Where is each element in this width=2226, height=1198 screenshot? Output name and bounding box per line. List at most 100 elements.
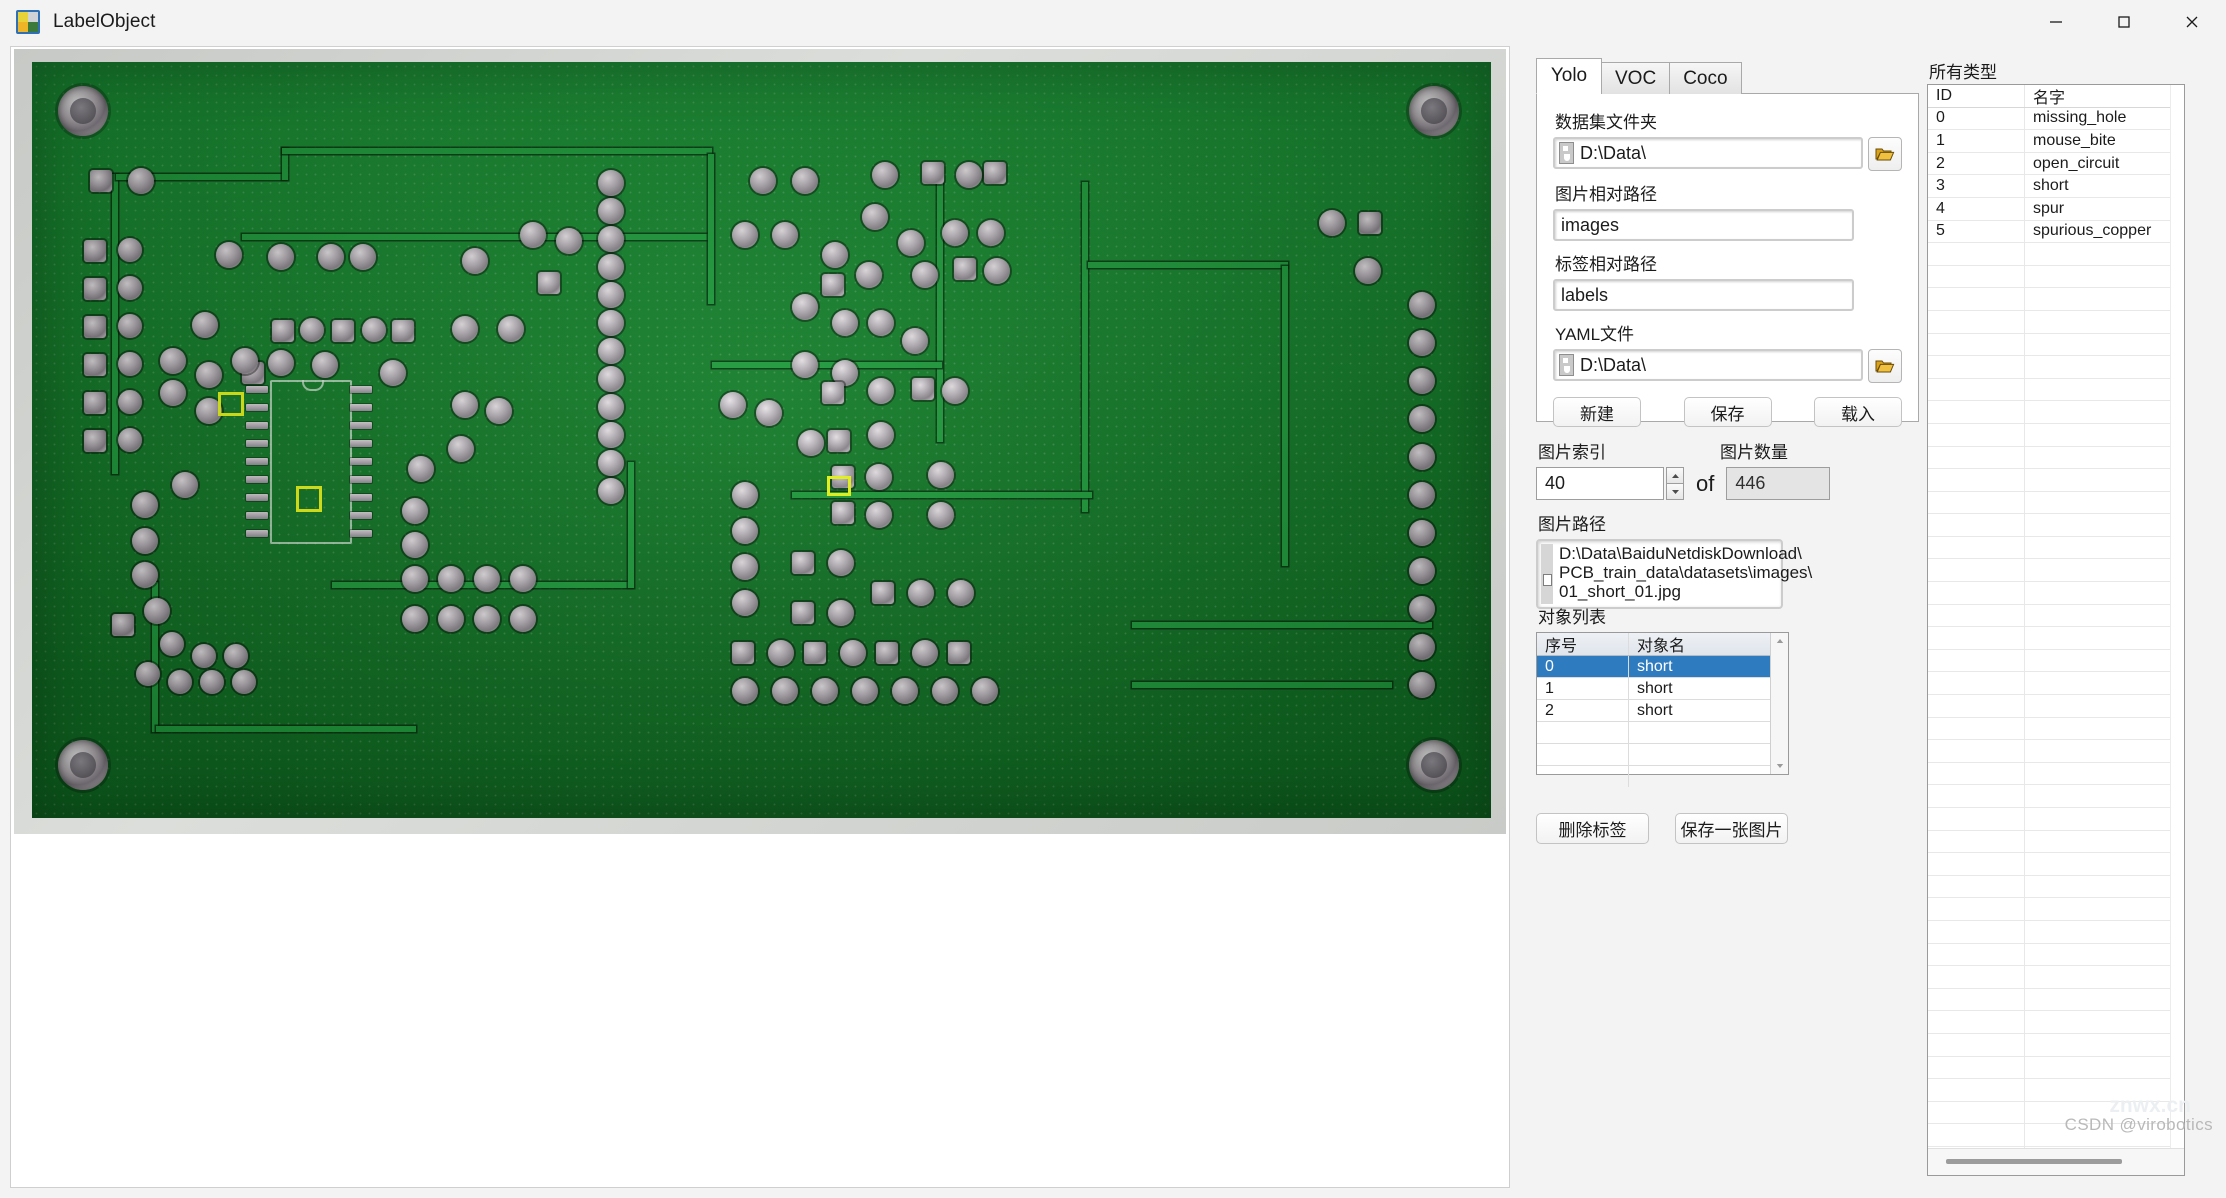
close-button[interactable]: [2158, 0, 2226, 43]
tab-voc[interactable]: VOC: [1601, 62, 1671, 94]
class-table-row[interactable]: [1928, 559, 2170, 583]
class-list-table[interactable]: ID 名字 0 missing_hole 1 mouse_bite 2 open_circ…: [1927, 84, 2185, 1176]
tab-coco[interactable]: Coco: [1669, 62, 1742, 94]
cell-id: [1928, 1079, 2025, 1101]
class-table-row[interactable]: [1928, 966, 2170, 989]
yaml-file-browse-button[interactable]: [1868, 349, 1902, 383]
cell-id: [1928, 310, 2025, 333]
delete-label-button[interactable]: 删除标签: [1536, 813, 1649, 844]
class-table-row[interactable]: [1928, 672, 2170, 696]
class-table-row[interactable]: 1 mouse_bite: [1928, 130, 2170, 153]
class-table-row[interactable]: [1928, 943, 2170, 967]
class-table-row[interactable]: 3 short: [1928, 175, 2170, 198]
cell-name: missing_hole: [2033, 109, 2127, 127]
path-scroll-indicator[interactable]: [1541, 544, 1553, 604]
class-table-row[interactable]: [1928, 536, 2170, 560]
save-one-image-button[interactable]: 保存一张图片: [1675, 813, 1788, 844]
class-table-row[interactable]: [1928, 469, 2170, 492]
class-table-row[interactable]: [1928, 604, 2170, 628]
class-table-row[interactable]: [1928, 378, 2170, 402]
object-list-scrollbar[interactable]: [1770, 633, 1788, 774]
table-row[interactable]: 0 short: [1537, 656, 1770, 678]
class-table-row[interactable]: [1928, 265, 2170, 289]
class-table-row[interactable]: [1928, 1056, 2170, 1080]
dataset-folder-input[interactable]: D:\Data\: [1553, 137, 1863, 169]
class-table-row[interactable]: [1928, 920, 2170, 944]
dataset-folder-browse-button[interactable]: [1868, 137, 1902, 171]
cell-name: [2025, 1057, 2170, 1079]
class-table-row[interactable]: [1928, 333, 2170, 357]
annotation-box-1[interactable]: [296, 486, 322, 512]
yaml-file-input[interactable]: D:\Data\: [1553, 349, 1863, 381]
class-table-row[interactable]: 2 open_circuit: [1928, 152, 2170, 176]
class-list-vertical-scrollbar[interactable]: [2170, 85, 2184, 1148]
class-table-row[interactable]: [1928, 1033, 2170, 1057]
class-table-row[interactable]: [1928, 695, 2170, 718]
cell-id: [1928, 920, 2025, 943]
class-table-row[interactable]: [1928, 356, 2170, 379]
class-table-row[interactable]: [1928, 288, 2170, 311]
image-path-display[interactable]: D:\Data\BaiduNetdiskDownload\ PCB_train_…: [1536, 539, 1812, 609]
class-table-row[interactable]: [1928, 740, 2170, 763]
load-button[interactable]: 载入: [1814, 397, 1902, 427]
class-table-row[interactable]: [1928, 853, 2170, 876]
table-row[interactable]: [1537, 722, 1770, 744]
pcb-image-viewport[interactable]: [14, 49, 1506, 834]
annotation-box-0[interactable]: [218, 392, 244, 416]
class-table-row[interactable]: [1928, 401, 2170, 424]
class-table-row[interactable]: [1928, 446, 2170, 470]
table-row[interactable]: [1537, 744, 1770, 766]
table-row[interactable]: [1537, 766, 1770, 787]
class-table-row[interactable]: [1928, 988, 2170, 1012]
class-table-row[interactable]: [1928, 514, 2170, 537]
stepper-up-icon[interactable]: [1666, 467, 1684, 483]
cell-name: [2025, 921, 2170, 943]
class-table-row[interactable]: [1928, 491, 2170, 515]
class-table-row[interactable]: [1928, 310, 2170, 334]
class-table-row[interactable]: 0 missing_hole: [1928, 107, 2170, 131]
annotation-box-2[interactable]: [827, 476, 851, 496]
cell-name: [2025, 672, 2170, 694]
cell-id: [1928, 1101, 2025, 1124]
class-table-row[interactable]: [1928, 582, 2170, 605]
class-table-row[interactable]: [1928, 830, 2170, 854]
class-table-row[interactable]: [1928, 762, 2170, 786]
class-table-row[interactable]: [1928, 875, 2170, 899]
image-canvas-panel[interactable]: [10, 46, 1510, 1188]
object-list-section: 对象列表 序号 对象名 0 short 1 short 2 short: [1536, 603, 1919, 787]
images-rel-path-input[interactable]: images: [1553, 209, 1854, 241]
class-table-row[interactable]: [1928, 898, 2170, 921]
labels-rel-path-value: labels: [1561, 284, 1609, 305]
class-table-row[interactable]: [1928, 808, 2170, 831]
of-word: of: [1696, 470, 1715, 496]
cell-name: [2025, 808, 2170, 830]
object-list-table[interactable]: 序号 对象名 0 short 1 short 2 short: [1536, 632, 1789, 787]
dataset-folder-value: D:\Data\: [1580, 142, 1647, 163]
class-table-row[interactable]: [1928, 649, 2170, 673]
maximize-button[interactable]: [2090, 0, 2158, 43]
image-index-input[interactable]: 40: [1536, 467, 1664, 500]
image-index-stepper[interactable]: [1666, 467, 1684, 500]
class-table-row[interactable]: [1928, 1011, 2170, 1034]
scroll-down-icon[interactable]: [1771, 758, 1788, 774]
cell-name: [2025, 401, 2170, 423]
table-row[interactable]: 1 short: [1537, 678, 1770, 700]
stepper-down-icon[interactable]: [1666, 483, 1684, 500]
new-button[interactable]: 新建: [1553, 397, 1641, 427]
class-table-row[interactable]: 5 spurious_copper: [1928, 220, 2170, 244]
class-list-horizontal-scrollbar[interactable]: [1928, 1148, 2184, 1175]
cell-name: [2025, 831, 2170, 853]
table-row[interactable]: 2 short: [1537, 700, 1770, 722]
class-table-row[interactable]: [1928, 423, 2170, 447]
class-table-row[interactable]: 4 spur: [1928, 197, 2170, 221]
class-table-row[interactable]: [1928, 785, 2170, 808]
class-table-row[interactable]: [1928, 627, 2170, 650]
cell-id: [1928, 1033, 2025, 1056]
tab-yolo[interactable]: Yolo: [1536, 58, 1602, 94]
minimize-button[interactable]: [2022, 0, 2090, 43]
labels-rel-path-input[interactable]: labels: [1553, 279, 1854, 311]
scroll-up-icon[interactable]: [1771, 633, 1788, 649]
class-table-row[interactable]: [1928, 243, 2170, 266]
class-table-row[interactable]: [1928, 717, 2170, 741]
save-button[interactable]: 保存: [1683, 397, 1772, 427]
